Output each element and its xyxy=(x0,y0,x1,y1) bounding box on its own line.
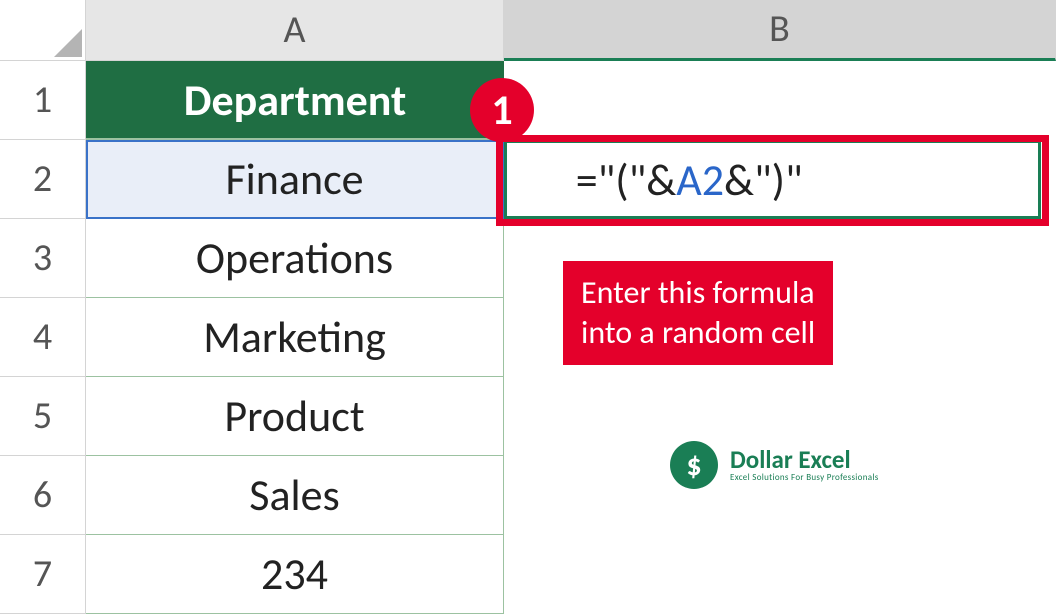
select-all-triangle-icon xyxy=(54,29,82,57)
brand-logo: $ Dollar Excel Excel Solutions For Busy … xyxy=(670,441,879,489)
row-header-4[interactable]: 4 xyxy=(0,298,86,377)
formula-part2: &")" xyxy=(724,153,803,207)
cell-a2[interactable]: Finance xyxy=(86,140,504,219)
callout-line-1: Enter this formula xyxy=(581,273,815,313)
select-all-corner[interactable] xyxy=(0,0,86,61)
cell-b2-editing[interactable]: ="("&A2&")" xyxy=(504,140,1056,219)
dollar-icon: $ xyxy=(670,441,718,489)
row-header-1[interactable]: 1 xyxy=(0,61,86,140)
row-header-7[interactable]: 7 xyxy=(0,535,86,614)
cell-a7[interactable]: 234 xyxy=(86,535,504,614)
column-header-a[interactable]: A xyxy=(86,0,504,61)
brand-title: Dollar Excel xyxy=(730,447,879,472)
annotation-callout: Enter this formula into a random cell xyxy=(563,261,833,365)
formula-cell-ref: A2 xyxy=(676,153,724,207)
brand-subtitle: Excel Solutions For Busy Professionals xyxy=(730,472,879,483)
callout-line-2: into a random cell xyxy=(581,313,815,353)
row-header-5[interactable]: 5 xyxy=(0,377,86,456)
row-header-3[interactable]: 3 xyxy=(0,219,86,298)
cell-a3[interactable]: Operations xyxy=(86,219,504,298)
formula-part1: ="("& xyxy=(576,153,677,207)
column-header-b[interactable]: B xyxy=(504,0,1056,61)
brand-text: Dollar Excel Excel Solutions For Busy Pr… xyxy=(730,447,879,483)
cell-a6[interactable]: Sales xyxy=(86,456,504,535)
spreadsheet-grid: A B 1 2 3 4 5 6 7 Department Finance Ope… xyxy=(0,0,1057,614)
cell-a4[interactable]: Marketing xyxy=(86,298,504,377)
row-header-2[interactable]: 2 xyxy=(0,140,86,219)
cell-a5[interactable]: Product xyxy=(86,377,504,456)
cell-a1-header[interactable]: Department xyxy=(86,61,504,140)
row-header-6[interactable]: 6 xyxy=(0,456,86,535)
cell-b7[interactable] xyxy=(504,535,1056,614)
